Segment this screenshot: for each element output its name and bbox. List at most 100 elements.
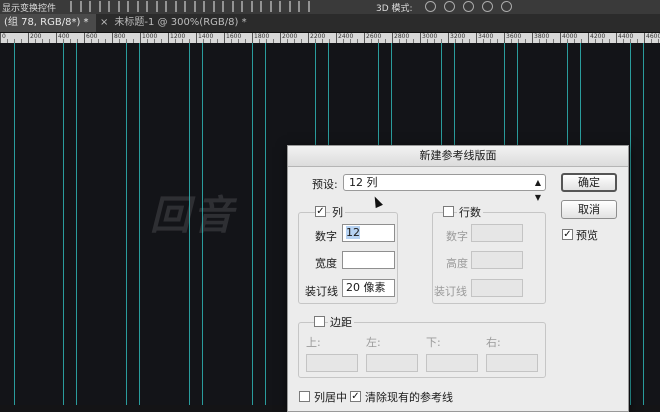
rows-checkbox[interactable] — [443, 206, 454, 217]
distribute-bottom-icon[interactable] — [222, 1, 234, 12]
guide-line[interactable] — [76, 43, 77, 405]
clear-guides-checkbox[interactable]: ✓ — [350, 391, 361, 402]
ruler-tick — [84, 33, 85, 43]
align-center-icon[interactable] — [146, 1, 158, 12]
ok-button[interactable]: 确定 — [561, 173, 617, 192]
align-bottom-icon[interactable] — [108, 1, 120, 12]
ruler-tick — [140, 33, 141, 43]
align-middle-icon[interactable] — [89, 1, 101, 12]
ruler-tick-label: 0 — [2, 33, 6, 40]
rows-height-field[interactable] — [471, 251, 523, 269]
ruler-tick — [588, 33, 589, 43]
3d-mode-label: 3D 模式: — [376, 4, 413, 14]
margin-label: 边距 — [328, 314, 354, 330]
margin-top-label: 上: — [306, 336, 321, 349]
rows-gutter-label: 装订线 — [434, 285, 467, 298]
preset-label: 预设: — [312, 178, 338, 191]
guide-line[interactable] — [265, 43, 266, 405]
margin-right-field[interactable] — [486, 354, 538, 372]
ruler-tick — [392, 33, 393, 43]
columns-width-field[interactable] — [342, 251, 395, 269]
3d-scale-icon[interactable] — [501, 1, 512, 12]
ruler-tick — [504, 33, 505, 43]
options-bar: 显示变换控件 3D 模式: — [0, 0, 660, 14]
columns-width-label: 宽度 — [315, 257, 337, 270]
clear-guides-label: 清除现有的参考线 — [365, 391, 453, 404]
rows-number-field[interactable] — [471, 224, 523, 242]
guide-line[interactable] — [189, 43, 190, 405]
distribute-right-icon[interactable] — [279, 1, 291, 12]
margin-bottom-field[interactable] — [426, 354, 478, 372]
columns-gutter-field[interactable]: 20 像素 — [342, 279, 395, 297]
ruler-tick — [224, 33, 225, 43]
align-right-icon[interactable] — [165, 1, 177, 12]
columns-number-label: 数字 — [315, 230, 337, 243]
align-left-icon[interactable] — [127, 1, 139, 12]
align-top-icon[interactable] — [70, 1, 82, 12]
3d-tools — [425, 1, 512, 12]
show-transform-controls-label[interactable]: 显示变换控件 — [2, 1, 56, 14]
ruler-tick — [252, 33, 253, 43]
margin-top-field[interactable] — [306, 354, 358, 372]
ruler-tick — [532, 33, 533, 43]
margin-bottom-label: 下: — [426, 336, 441, 349]
distribute-middle-icon[interactable] — [203, 1, 215, 12]
ruler-tick — [168, 33, 169, 43]
ruler-tick — [476, 33, 477, 43]
guide-line[interactable] — [63, 43, 64, 405]
ruler-tick — [308, 33, 309, 43]
guide-line[interactable] — [126, 43, 127, 405]
ruler-tick — [196, 33, 197, 43]
columns-number-value: 12 — [346, 226, 360, 239]
3d-slide-icon[interactable] — [482, 1, 493, 12]
distribute-left-icon[interactable] — [241, 1, 253, 12]
margin-left-field[interactable] — [366, 354, 418, 372]
new-guide-layout-dialog: 新建参考线版面 预设: 12 列 ▲ ▼ 确定 取消 ✓ 预览 ✓ 列 数字 12… — [287, 145, 629, 412]
columns-checkbox[interactable]: ✓ — [315, 206, 326, 217]
guide-line[interactable] — [202, 43, 203, 405]
align-tools — [70, 1, 310, 12]
updown-arrows-icon: ▲ ▼ — [534, 178, 541, 202]
preview-label: 预览 — [576, 229, 598, 242]
guide-line[interactable] — [139, 43, 140, 405]
ruler-tick — [112, 33, 113, 43]
ruler-tick — [28, 33, 29, 43]
ruler-tick — [616, 33, 617, 43]
distribute-top-icon[interactable] — [184, 1, 196, 12]
guide-line[interactable] — [252, 43, 253, 405]
3d-rotate-icon[interactable] — [425, 1, 436, 12]
distribute-center-icon[interactable] — [260, 1, 272, 12]
watermark-logo: 回音 — [150, 193, 236, 239]
guide-line[interactable] — [630, 43, 631, 405]
ruler-tick — [420, 33, 421, 43]
document-tabs: (组 78, RGB/8*) * × 未标题-1 @ 300%(RGB/8) * — [0, 14, 660, 33]
rows-height-label: 高度 — [446, 257, 468, 270]
center-columns-checkbox[interactable] — [299, 391, 310, 402]
ruler-tick — [448, 33, 449, 43]
cancel-button[interactable]: 取消 — [561, 200, 617, 219]
horizontal-ruler[interactable]: 0 200 400 600 800 1000 1200 1400 1600 1800 2000 220… — [0, 33, 660, 43]
guide-line[interactable] — [14, 43, 15, 405]
ruler-tick — [56, 33, 57, 43]
guide-line[interactable] — [643, 43, 644, 405]
rows-gutter-field[interactable] — [471, 279, 523, 297]
ruler-tick — [0, 33, 1, 43]
margin-checkbox[interactable] — [314, 316, 325, 327]
3d-pan-icon[interactable] — [463, 1, 474, 12]
margin-right-label: 右: — [486, 336, 501, 349]
preview-checkbox[interactable]: ✓ — [562, 229, 573, 240]
close-icon[interactable]: × — [100, 17, 108, 28]
preset-select[interactable]: 12 列 ▲ ▼ — [343, 174, 546, 202]
3d-roll-icon[interactable] — [444, 1, 455, 12]
auto-align-icon[interactable] — [298, 1, 310, 12]
ruler-tick — [336, 33, 337, 43]
margin-left-label: 左: — [366, 336, 381, 349]
tab-group-78[interactable]: (组 78, RGB/8*) * — [0, 14, 96, 32]
tab-untitled-1[interactable]: × 未标题-1 @ 300%(RGB/8) * — [96, 14, 296, 32]
ruler-tick — [560, 33, 561, 43]
rows-label: 行数 — [457, 204, 483, 220]
tab-label: (组 78, RGB/8*) * — [4, 17, 89, 28]
dialog-title[interactable]: 新建参考线版面 — [288, 146, 628, 167]
ruler-tick — [280, 33, 281, 43]
columns-number-field[interactable]: 12 — [342, 224, 395, 242]
